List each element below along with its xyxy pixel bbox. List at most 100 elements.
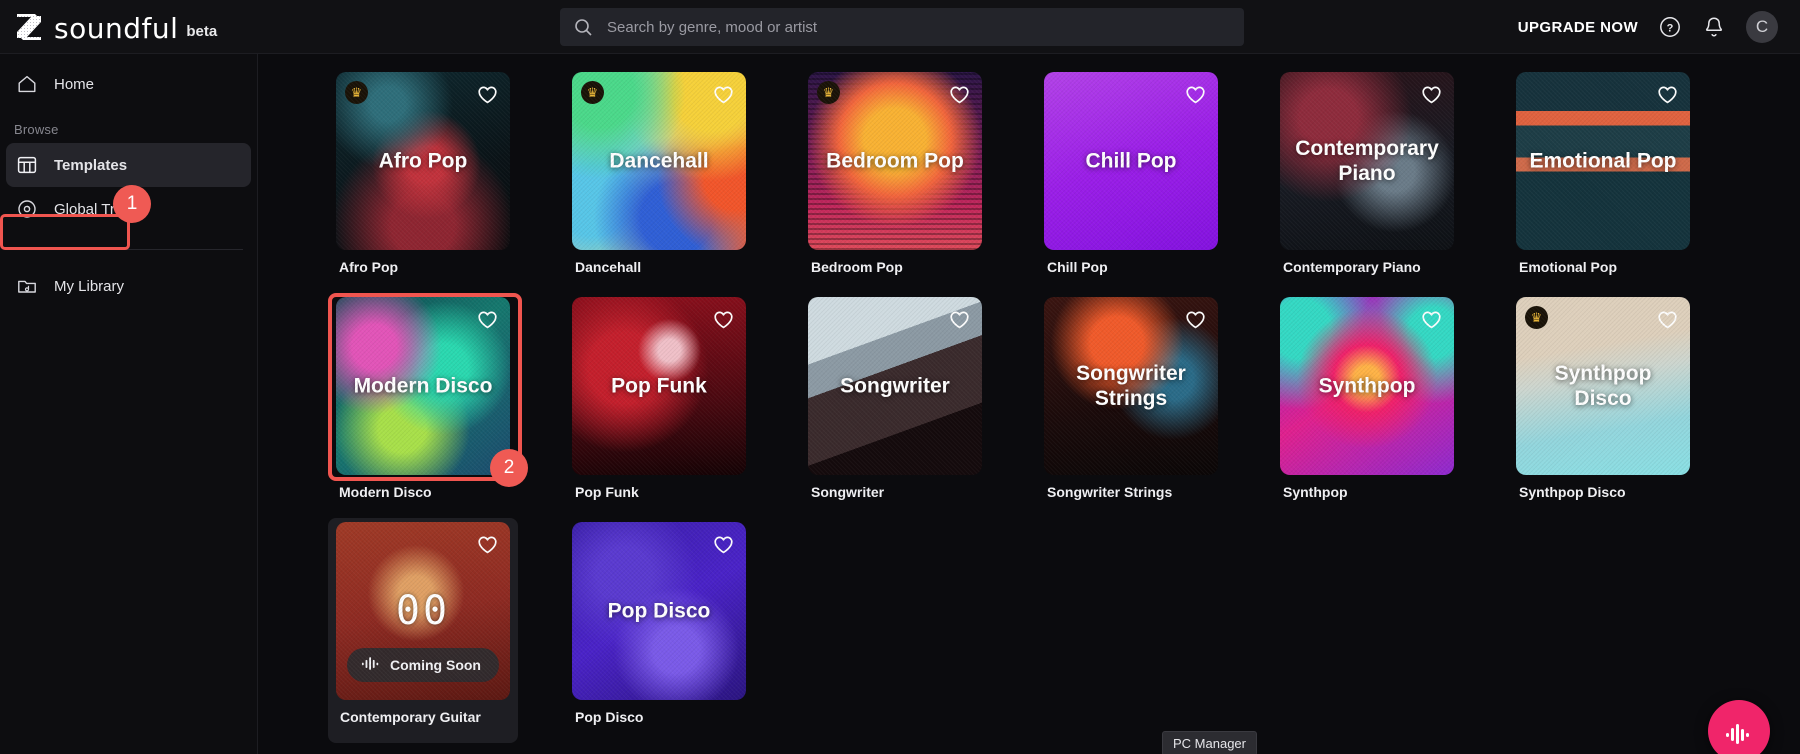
sidebar-item-my-library[interactable]: My Library [6, 264, 251, 308]
favorite-heart-icon[interactable] [1420, 83, 1443, 106]
favorite-heart-icon[interactable] [476, 308, 499, 331]
disc-icon [16, 198, 38, 220]
template-tile-title: Pop Funk [611, 374, 707, 398]
template-tile[interactable]: ♛ Dancehall [572, 72, 746, 250]
template-card-caption: Songwriter Strings [1047, 484, 1173, 500]
favorite-heart-icon[interactable] [476, 83, 499, 106]
sidebar-item-templates[interactable]: Templates [6, 143, 251, 187]
avatar[interactable]: C [1746, 11, 1778, 43]
favorite-heart-icon[interactable] [948, 83, 971, 106]
template-card-caption: Songwriter [811, 484, 885, 500]
template-tile[interactable]: Emotional Pop [1516, 72, 1690, 250]
template-card[interactable]: Pop Disco Pop Disco [564, 518, 754, 743]
template-tile-title: Contemporary Piano [1295, 137, 1439, 185]
template-tile-title: Chill Pop [1085, 149, 1177, 173]
brand-wordmark: soundful [54, 11, 179, 45]
template-tile-title: Modern Disco [353, 374, 493, 398]
svg-text:?: ? [1667, 23, 1674, 35]
template-grid: ♛ Afro Pop Afro Pop ♛ Dancehall Dancehall ♛ … [328, 68, 1698, 743]
favorite-heart-icon[interactable] [1656, 308, 1679, 331]
sidebar-item-my-library-label: My Library [54, 277, 125, 295]
sidebar-section-browse: Browse [14, 122, 59, 137]
template-tile[interactable]: ♛ Afro Pop [336, 72, 510, 250]
folder-music-icon [16, 275, 38, 297]
favorite-heart-icon[interactable] [712, 533, 735, 556]
template-tile[interactable]: Chill Pop [1044, 72, 1218, 250]
sidebar-item-home[interactable]: Home [6, 62, 251, 106]
template-card[interactable]: Chill Pop Chill Pop [1036, 68, 1226, 293]
template-tile[interactable]: ♛ Bedroom Pop [808, 72, 982, 250]
template-card-caption: Synthpop [1283, 484, 1348, 500]
template-card-caption: Emotional Pop [1519, 259, 1617, 275]
template-tile-title: Dancehall [609, 149, 709, 173]
favorite-heart-icon[interactable] [1656, 83, 1679, 106]
template-card-caption: Dancehall [575, 259, 642, 275]
coming-soon-badge: Coming Soon [347, 648, 499, 682]
template-card[interactable]: ♛ Afro Pop Afro Pop [328, 68, 518, 293]
template-card-caption: Afro Pop [339, 259, 399, 275]
template-tile[interactable]: Songwriter Strings [1044, 297, 1218, 475]
template-card-caption: Synthpop Disco [1519, 484, 1626, 500]
sidebar: Home Browse Templates Global Tracks My L… [0, 54, 258, 754]
search-icon [574, 18, 593, 37]
template-card[interactable]: 00 Coming Soon Contemporary Guitar [328, 518, 518, 743]
template-tile[interactable]: Contemporary Piano [1280, 72, 1454, 250]
template-card-caption: Pop Disco [575, 709, 644, 725]
crown-icon: ♛ [1525, 306, 1548, 329]
template-card[interactable]: ♛ Dancehall Dancehall [564, 68, 754, 293]
template-tile[interactable]: Pop Disco [572, 522, 746, 700]
favorite-heart-icon[interactable] [712, 83, 735, 106]
template-tile-title: Songwriter Strings [1076, 362, 1186, 410]
favorite-heart-icon[interactable] [476, 533, 499, 556]
template-card-caption: Chill Pop [1047, 259, 1108, 275]
home-icon [16, 73, 38, 95]
favorite-heart-icon[interactable] [1420, 308, 1443, 331]
template-card[interactable]: Modern Disco 2 Modern Disco [328, 293, 528, 518]
crown-icon: ♛ [581, 81, 604, 104]
bell-icon[interactable] [1702, 15, 1726, 39]
template-card[interactable]: Synthpop Synthpop [1272, 293, 1462, 518]
template-card[interactable]: Songwriter Songwriter [800, 293, 990, 518]
upgrade-now-button[interactable]: UPGRADE NOW [1518, 19, 1638, 36]
template-card[interactable]: Songwriter Strings Songwriter Strings [1036, 293, 1226, 518]
template-card[interactable]: ♛ Synthpop Disco Synthpop Disco [1508, 293, 1698, 518]
template-tile[interactable]: Pop Funk [572, 297, 746, 475]
sidebar-divider [14, 249, 243, 250]
search-input[interactable] [607, 18, 1167, 36]
template-tile-title: Bedroom Pop [826, 149, 964, 173]
template-card-caption: Contemporary Piano [1283, 259, 1421, 275]
template-tile-title: Synthpop Disco [1554, 362, 1652, 410]
favorite-heart-icon[interactable] [1184, 83, 1207, 106]
template-tile[interactable]: Synthpop [1280, 297, 1454, 475]
template-card[interactable]: Contemporary Piano Contemporary Piano [1272, 68, 1462, 293]
sidebar-item-templates-label: Templates [54, 156, 128, 174]
template-card-caption: Pop Funk [575, 484, 639, 500]
search-bar[interactable] [560, 8, 1244, 46]
template-tile-title: Pop Disco [607, 599, 711, 623]
brand-logo[interactable]: soundful beta [0, 10, 258, 44]
pc-manager-tooltip: PC Manager [1162, 731, 1257, 754]
favorite-heart-icon[interactable] [1184, 308, 1207, 331]
crown-icon: ♛ [817, 81, 840, 104]
create-track-fab[interactable] [1708, 700, 1770, 754]
favorite-heart-icon[interactable] [948, 308, 971, 331]
template-tile[interactable]: Modern Disco [336, 297, 510, 475]
brand-beta-tag: beta [186, 22, 218, 40]
top-bar-actions: UPGRADE NOW ? C [1518, 0, 1778, 54]
template-card[interactable]: Pop Funk Pop Funk [564, 293, 754, 518]
template-tile-title: Afro Pop [378, 149, 468, 173]
template-card[interactable]: ♛ Bedroom Pop Bedroom Pop [800, 68, 990, 293]
template-tile[interactable]: 00 Coming Soon [336, 522, 510, 700]
table-grid-icon [16, 154, 38, 176]
template-tile[interactable]: ♛ Synthpop Disco [1516, 297, 1690, 475]
template-card-caption: Bedroom Pop [811, 259, 903, 275]
template-tile[interactable]: Songwriter [808, 297, 982, 475]
waveform-icon [361, 656, 381, 674]
template-card[interactable]: Emotional Pop Emotional Pop [1508, 68, 1698, 293]
favorite-heart-icon[interactable] [712, 308, 735, 331]
template-tile-title: Synthpop [1318, 374, 1416, 398]
sidebar-item-home-label: Home [54, 75, 95, 93]
waveform-icon [1724, 723, 1754, 750]
help-circle-icon[interactable]: ? [1658, 15, 1682, 39]
placeholder-counter: 00 [395, 588, 451, 634]
